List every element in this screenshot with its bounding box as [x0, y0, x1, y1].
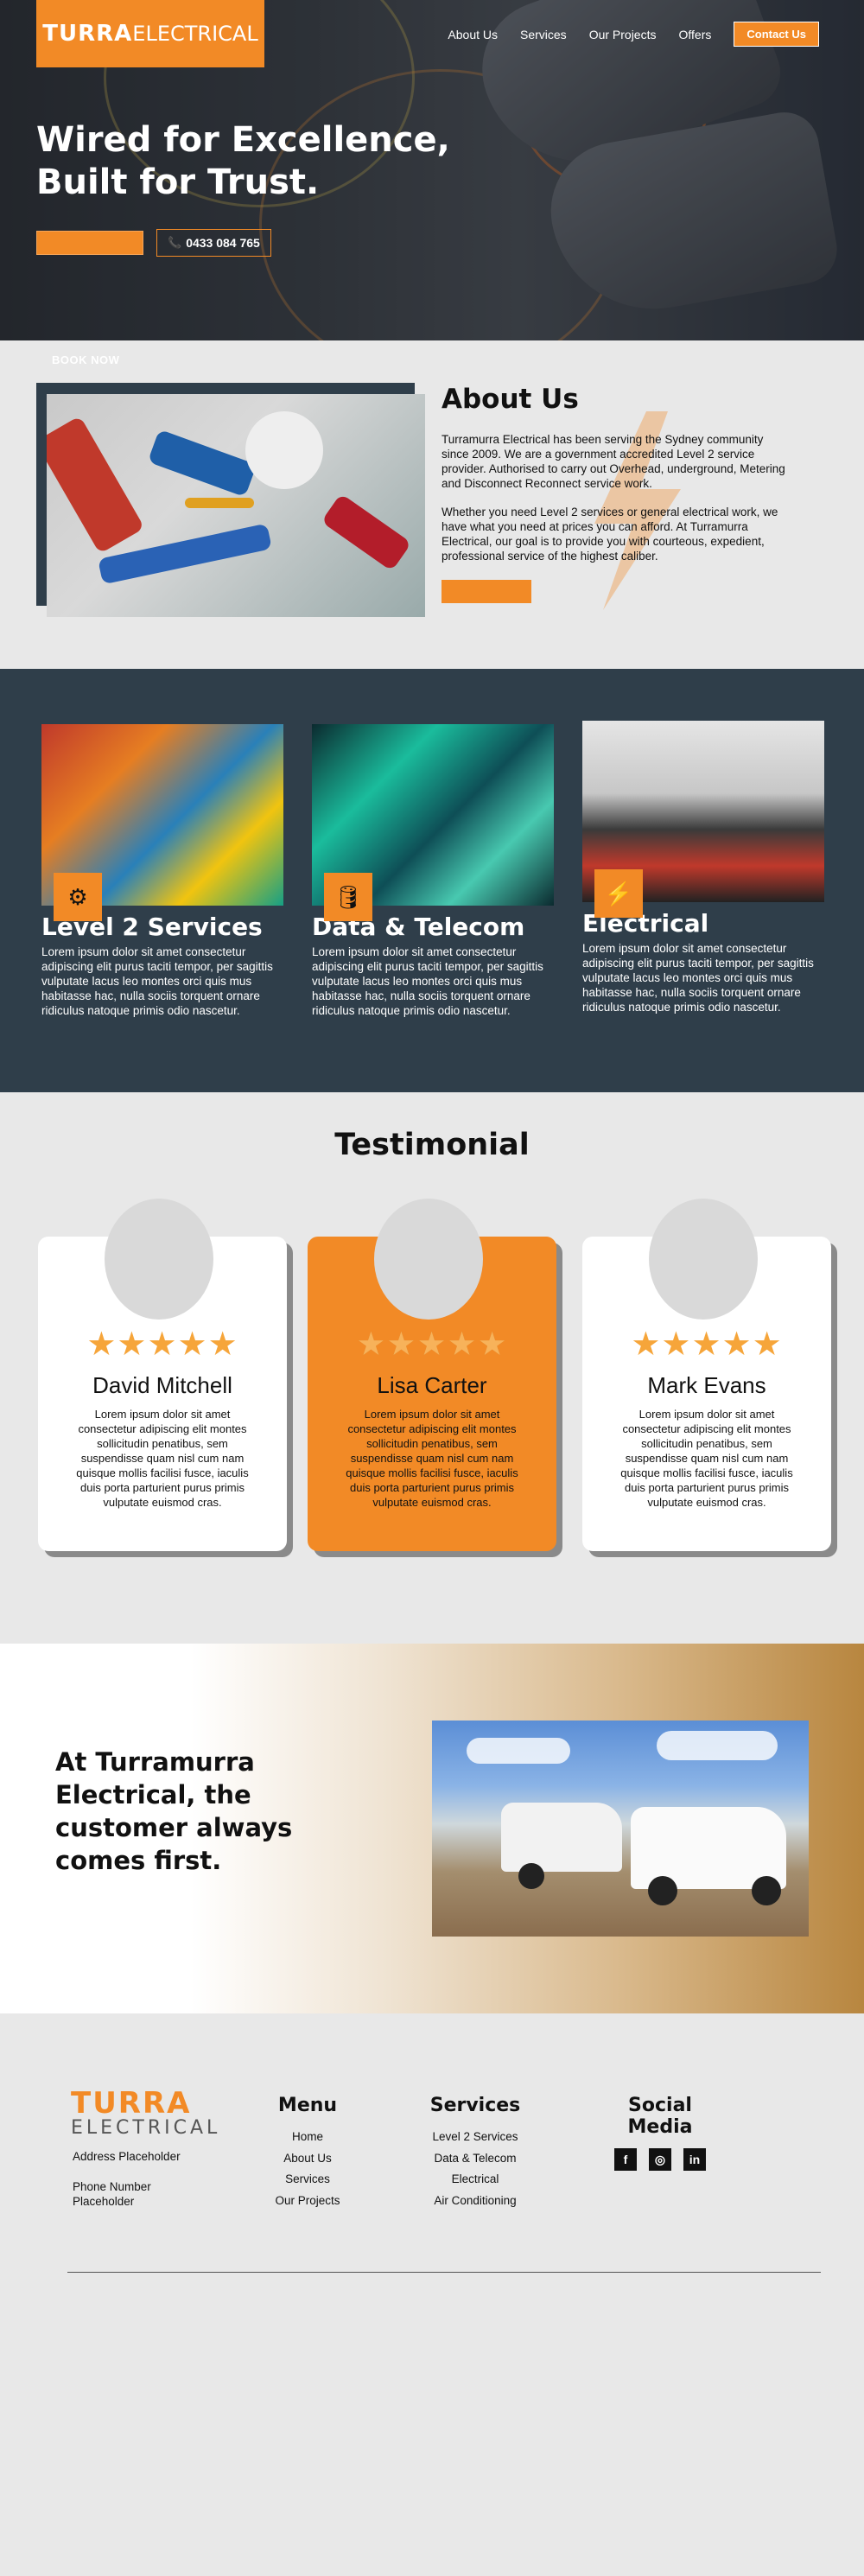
footer-link-level2[interactable]: Level 2 Services — [423, 2127, 527, 2148]
footer-logo-bottom: ELECTRICAL — [71, 2117, 221, 2139]
logo-light-text: ELECTRICAL — [132, 22, 258, 46]
about-tools-image — [47, 394, 425, 617]
footer-link-about-us[interactable]: About Us — [264, 2148, 351, 2170]
nav-offers[interactable]: Offers — [679, 28, 712, 41]
testimonial-card: ★★★★★ Mark Evans Lorem ipsum dolor sit a… — [582, 1199, 831, 1551]
service-card-data-telecom[interactable]: 🛢 Data & Telecom Lorem ipsum dolor sit a… — [312, 724, 556, 1018]
service-description: Lorem ipsum dolor sit amet consectetur a… — [41, 945, 273, 1017]
footer-services: Services Level 2 Services Data & Telecom… — [423, 2095, 527, 2211]
star-rating: ★★★★★ — [356, 1326, 508, 1363]
testimonial-title: Testimonial — [334, 1128, 530, 1162]
footer-services-title: Services — [429, 2095, 521, 2116]
testimonial-name: Mark Evans — [647, 1372, 766, 1398]
wheel-shape — [648, 1876, 677, 1905]
hero-title-line1: Wired for Excellence, — [36, 120, 450, 160]
footer-divider — [67, 2272, 821, 2273]
footer-link-electrical[interactable]: Electrical — [423, 2169, 527, 2191]
book-now-label[interactable]: BOOK NOW — [52, 353, 119, 366]
nav-about-us[interactable]: About Us — [448, 28, 498, 41]
hero-section: TURRA ELECTRICAL About Us Services Our P… — [0, 0, 864, 340]
tool-shape — [185, 498, 254, 508]
company-vehicles-photo — [432, 1721, 809, 1937]
service-card-electrical[interactable]: ⚡ Electrical Lorem ipsum dolor sit amet … — [582, 721, 826, 1014]
about-paragraph: Turramurra Electrical has been serving t… — [442, 433, 785, 490]
main-nav: About Us Services Our Projects Offers Co… — [448, 22, 819, 47]
customer-first-line: Electrical, the — [55, 1780, 251, 1810]
avatar — [374, 1199, 483, 1320]
about-learn-more-button[interactable] — [442, 580, 531, 603]
phone-number: 0433 084 765 — [186, 236, 260, 250]
linkedin-icon[interactable]: in — [683, 2148, 706, 2171]
footer-link-home[interactable]: Home — [264, 2127, 351, 2148]
testimonial-card: ★★★★★ David Mitchell Lorem ipsum dolor s… — [38, 1199, 287, 1551]
footer-link-data-telecom[interactable]: Data & Telecom — [423, 2148, 527, 2170]
lightbulb-shape — [245, 411, 323, 489]
wheel-shape — [752, 1876, 781, 1905]
star-rating: ★★★★★ — [86, 1326, 238, 1363]
footer-social-title: Social Media — [627, 2095, 693, 2138]
about-title: About Us — [442, 384, 579, 415]
footer-address: Address Placeholder — [73, 2150, 181, 2163]
contact-us-button[interactable]: Contact Us — [734, 22, 819, 47]
social-icons: f ◎ in — [595, 2148, 725, 2171]
logo-bold-text: TURRA — [42, 21, 133, 47]
phone-button[interactable]: 📞 0433 084 765 — [156, 229, 271, 257]
cloud-shape — [467, 1738, 570, 1764]
hero-title: Wired for Excellence, Built for Trust. — [36, 119, 520, 204]
customer-first-line: customer always — [55, 1813, 293, 1842]
services-section: ⚙ Level 2 Services Lorem ipsum dolor sit… — [0, 669, 864, 1092]
hero-title-line2: Built for Trust. — [36, 162, 320, 202]
about-paragraph: Whether you need Level 2 services or gen… — [442, 506, 778, 563]
footer-link-our-projects[interactable]: Our Projects — [264, 2191, 351, 2212]
battery-bolt-icon: ⚡ — [594, 869, 643, 918]
ute-vehicle — [501, 1803, 622, 1872]
instagram-icon[interactable]: ◎ — [649, 2148, 671, 2171]
footer-phone: Phone Number Placeholder — [73, 2180, 151, 2208]
footer-logo[interactable]: TURRA ELECTRICAL — [71, 2089, 220, 2139]
testimonial-quote: Lorem ipsum dolor sit amet consectetur a… — [620, 1408, 793, 1509]
about-text: Turramurra Electrical has been serving t… — [442, 432, 787, 577]
footer-link-air-conditioning[interactable]: Air Conditioning — [423, 2191, 527, 2212]
customer-first-heading: At Turramurra Electrical, the customer a… — [55, 1746, 349, 1877]
nav-services[interactable]: Services — [520, 28, 567, 41]
nav-our-projects[interactable]: Our Projects — [589, 28, 657, 41]
avatar — [649, 1199, 758, 1320]
tool-shape — [147, 429, 257, 498]
customer-first-section: At Turramurra Electrical, the customer a… — [0, 1644, 864, 2013]
service-card-level2[interactable]: ⚙ Level 2 Services Lorem ipsum dolor sit… — [41, 724, 285, 1018]
testimonial-card: ★★★★★ Lisa Carter Lorem ipsum dolor sit … — [308, 1199, 556, 1551]
testimonial-name: David Mitchell — [92, 1372, 232, 1398]
testimonial-quote: Lorem ipsum dolor sit amet consectetur a… — [346, 1408, 518, 1509]
tool-shape — [321, 493, 412, 572]
site-logo[interactable]: TURRA ELECTRICAL — [36, 0, 264, 67]
facebook-icon[interactable]: f — [614, 2148, 637, 2171]
footer-logo-top: TURRA — [71, 2086, 192, 2121]
service-description: Lorem ipsum dolor sit amet consectetur a… — [312, 945, 543, 1017]
testimonial-name: Lisa Carter — [377, 1372, 487, 1398]
star-rating: ★★★★★ — [631, 1326, 783, 1363]
phone-icon: 📞 — [168, 236, 182, 249]
avatar — [105, 1199, 213, 1320]
gear-house-icon: ⚙ — [54, 873, 102, 921]
footer-link-services[interactable]: Services — [264, 2169, 351, 2191]
footer-menu: Menu Home About Us Services Our Projects — [264, 2095, 351, 2211]
wheel-shape — [518, 1863, 544, 1889]
footer-social: Social Media f ◎ in — [595, 2095, 725, 2171]
database-icon: 🛢 — [324, 873, 372, 921]
customer-first-line: At Turramurra — [55, 1747, 255, 1777]
customer-first-line: comes first. — [55, 1846, 222, 1875]
tool-shape — [47, 416, 145, 554]
cloud-shape — [657, 1731, 778, 1760]
testimonial-quote: Lorem ipsum dolor sit amet consectetur a… — [76, 1408, 249, 1509]
book-now-button[interactable] — [36, 231, 143, 255]
footer-menu-title: Menu — [277, 2095, 338, 2116]
service-description: Lorem ipsum dolor sit amet consectetur a… — [582, 942, 814, 1014]
